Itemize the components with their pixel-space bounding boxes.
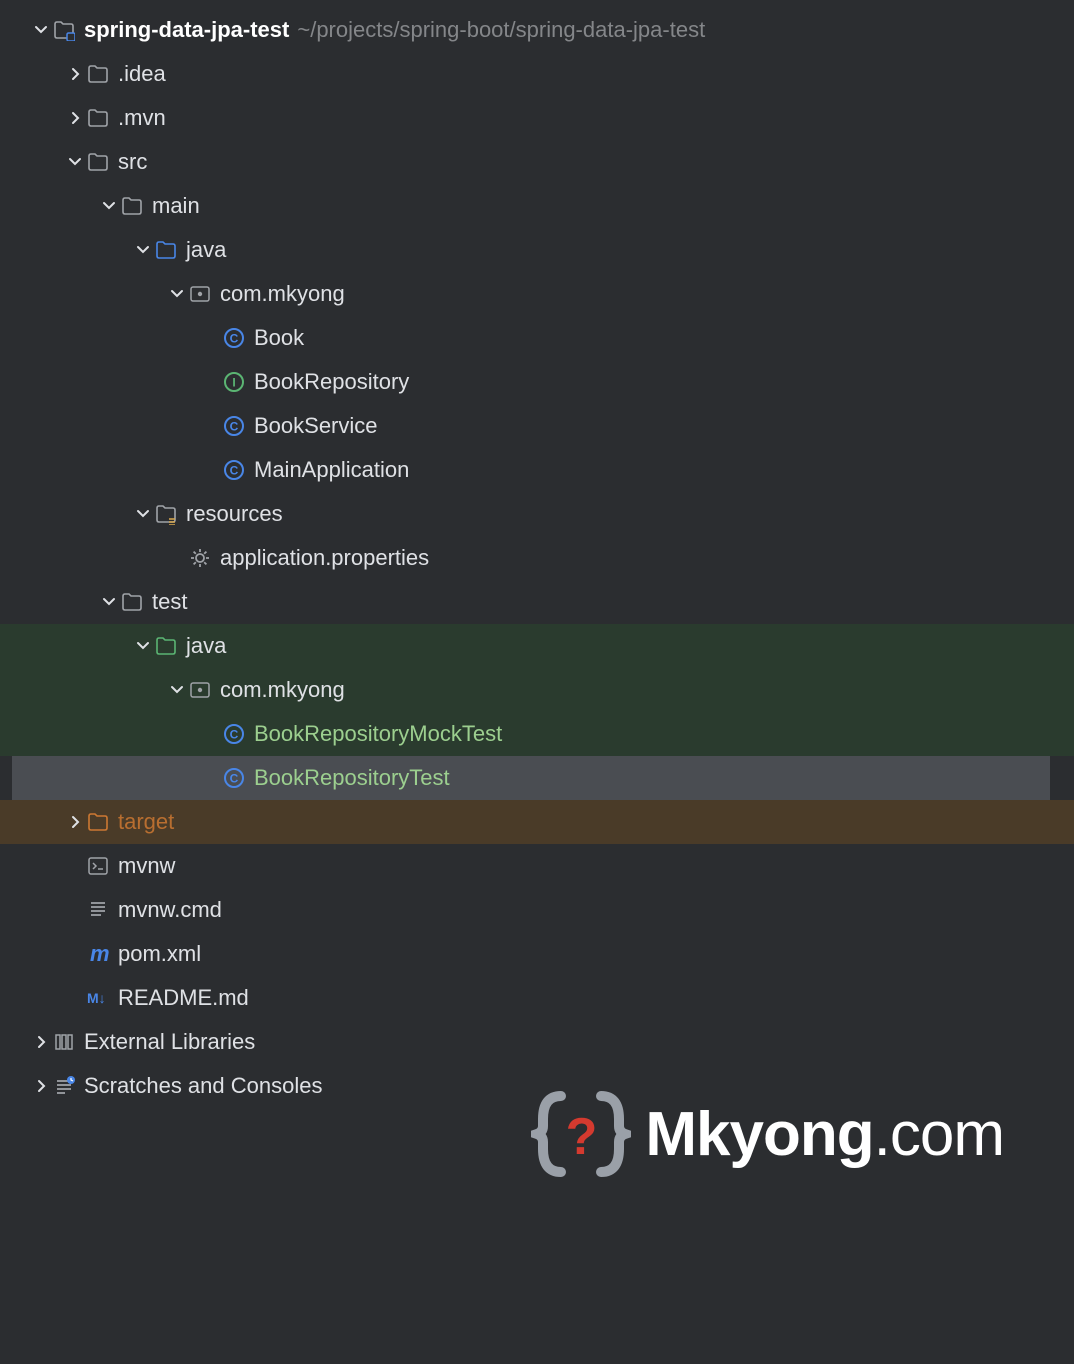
chevron-down-icon[interactable] (64, 151, 86, 173)
package-icon (188, 282, 212, 306)
project-name: spring-data-jpa-test (84, 17, 289, 43)
source-folder-icon (154, 238, 178, 262)
chevron-down-icon[interactable] (166, 679, 188, 701)
class-icon (222, 414, 246, 438)
tree-item-label: java (186, 237, 226, 263)
tree-row-pom[interactable]: pom.xml (12, 932, 1062, 976)
tree-row-test[interactable]: test (12, 580, 1062, 624)
project-path: ~/projects/spring-boot/spring-data-jpa-t… (297, 17, 705, 43)
tree-row-mvnw-cmd[interactable]: mvnw.cmd (12, 888, 1062, 932)
tree-row-java-main[interactable]: java (12, 228, 1062, 272)
test-folder-icon (154, 634, 178, 658)
interface-icon (222, 370, 246, 394)
chevron-down-icon[interactable] (98, 591, 120, 613)
tree-row-app-properties[interactable]: application.properties (12, 536, 1062, 580)
tree-item-label: Book (254, 325, 304, 351)
class-icon (222, 326, 246, 350)
package-icon (188, 678, 212, 702)
chevron-down-icon[interactable] (30, 19, 52, 41)
tree-row-external-libraries[interactable]: External Libraries (12, 1020, 1062, 1064)
chevron-down-icon[interactable] (98, 195, 120, 217)
tree-item-label: BookRepository (254, 369, 409, 395)
project-tree: spring-data-jpa-test ~/projects/spring-b… (0, 0, 1074, 1108)
chevron-right-icon[interactable] (64, 107, 86, 129)
chevron-down-icon[interactable] (166, 283, 188, 305)
watermark-suffix: .com (874, 1100, 1004, 1169)
folder-icon (86, 106, 110, 130)
scratch-icon (52, 1074, 76, 1098)
chevron-down-icon[interactable] (132, 635, 154, 657)
tree-row-main-application[interactable]: MainApplication (12, 448, 1062, 492)
tree-row-mvn[interactable]: .mvn (12, 96, 1062, 140)
svg-text:?: ? (566, 1108, 597, 1166)
resources-folder-icon (154, 502, 178, 526)
chevron-right-icon[interactable] (30, 1031, 52, 1053)
chevron-down-icon[interactable] (132, 503, 154, 525)
tree-item-label: BookRepositoryTest (254, 765, 450, 791)
tree-item-label: com.mkyong (220, 281, 345, 307)
tree-item-label: test (152, 589, 187, 615)
folder-icon (86, 62, 110, 86)
tree-row-java-test[interactable]: java (0, 624, 1074, 668)
chevron-right-icon[interactable] (64, 811, 86, 833)
tree-row-idea[interactable]: .idea (12, 52, 1062, 96)
chevron-right-icon[interactable] (30, 1075, 52, 1097)
tree-item-label: mvnw.cmd (118, 897, 222, 923)
folder-icon (86, 150, 110, 174)
terminal-icon (86, 854, 110, 878)
tree-item-label: main (152, 193, 200, 219)
tree-row-book-repository[interactable]: BookRepository (12, 360, 1062, 404)
tree-item-label: .idea (118, 61, 166, 87)
tree-item-label: src (118, 149, 147, 175)
tree-row-package-main[interactable]: com.mkyong (12, 272, 1062, 316)
tree-row-project-root[interactable]: spring-data-jpa-test ~/projects/spring-b… (12, 8, 1062, 52)
tree-item-label: .mvn (118, 105, 166, 131)
tree-item-label: java (186, 633, 226, 659)
excluded-folder-icon (86, 810, 110, 834)
class-icon (222, 766, 246, 790)
tree-item-label: mvnw (118, 853, 175, 879)
tree-item-label: target (118, 809, 174, 835)
tree-item-label: Scratches and Consoles (84, 1073, 322, 1099)
text-file-icon (86, 898, 110, 922)
tree-item-label: application.properties (220, 545, 429, 571)
tree-item-label: BookRepositoryMockTest (254, 721, 502, 747)
watermark-name: Mkyong (645, 1100, 873, 1169)
chevron-down-icon[interactable] (132, 239, 154, 261)
tree-item-label: BookService (254, 413, 378, 439)
tree-row-target[interactable]: target (0, 800, 1074, 844)
tree-item-label: com.mkyong (220, 677, 345, 703)
tree-row-main[interactable]: main (12, 184, 1062, 228)
module-folder-icon (52, 18, 76, 42)
class-icon (222, 458, 246, 482)
gear-icon (188, 546, 212, 570)
tree-item-label: pom.xml (118, 941, 201, 967)
tree-row-mock-test[interactable]: BookRepositoryMockTest (0, 712, 1074, 756)
tree-item-label: External Libraries (84, 1029, 255, 1055)
tree-row-scratches[interactable]: Scratches and Consoles (12, 1064, 1062, 1108)
tree-row-src[interactable]: src (12, 140, 1062, 184)
tree-item-label: resources (186, 501, 283, 527)
folder-icon (120, 590, 144, 614)
library-icon (52, 1030, 76, 1054)
tree-row-book-service[interactable]: BookService (12, 404, 1062, 448)
tree-row-repo-test[interactable]: BookRepositoryTest (12, 756, 1050, 800)
tree-item-label: MainApplication (254, 457, 409, 483)
folder-icon (120, 194, 144, 218)
tree-row-package-test[interactable]: com.mkyong (0, 668, 1074, 712)
tree-item-label: README.md (118, 985, 249, 1011)
chevron-right-icon[interactable] (64, 63, 86, 85)
tree-row-resources[interactable]: resources (12, 492, 1062, 536)
markdown-icon (86, 986, 110, 1010)
maven-icon (86, 942, 110, 966)
tree-row-readme[interactable]: README.md (12, 976, 1062, 1020)
tree-row-mvnw[interactable]: mvnw (12, 844, 1062, 888)
tree-row-book[interactable]: Book (12, 316, 1062, 360)
class-icon (222, 722, 246, 746)
